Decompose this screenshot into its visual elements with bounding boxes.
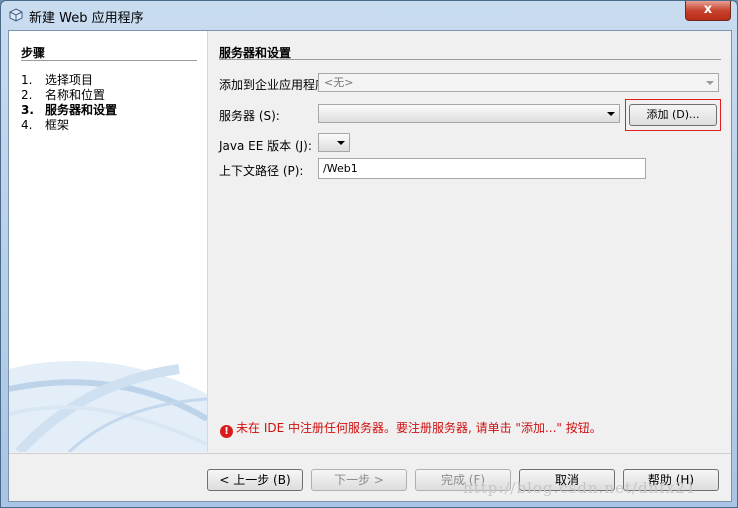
context-path-input[interactable]: /Web1 [318,158,646,179]
decorative-swoosh-graphic [9,361,207,452]
javaee-version-label: Java EE 版本 (J): [219,139,312,153]
add-server-button[interactable]: 添加 (D)... [629,104,717,126]
error-icon: ! [220,425,233,438]
step-label: 名称和位置 [45,88,106,102]
step-label: 服务器和设置 [45,103,118,117]
window-title: 新建 Web 应用程序 [29,11,144,26]
steps-divider [21,60,197,61]
step-label: 框架 [45,118,70,132]
netbeans-cube-icon [9,8,23,22]
chevron-down-icon [607,112,615,116]
step-number: 4. [21,118,33,132]
steps-title: 步骤 [21,46,46,60]
enterprise-app-select[interactable]: <无> [318,73,719,92]
error-message: 未在 IDE 中注册任何服务器。要注册服务器, 请单击 "添加..." 按钮。 [236,421,602,435]
steps-panel: 步骤 1. 选择项目 2. 名称和位置 3. 服务器和设置 4. 框架 [9,31,208,452]
step-number: 3. [21,103,34,117]
step-number: 1. [21,73,33,87]
close-button[interactable]: x [685,1,731,21]
next-button[interactable]: 下一步 > [311,469,407,491]
context-path-label: 上下文路径 (P): [219,164,304,178]
dialog-content: 步骤 1. 选择项目 2. 名称和位置 3. 服务器和设置 4. 框架 服务器和… [8,30,732,502]
close-icon: x [703,2,713,17]
javaee-version-select[interactable] [318,133,350,152]
enterprise-app-value: <无> [324,76,354,89]
dialog-window: 新建 Web 应用程序 x 步骤 1. 选择项目 2. 名称和位置 3. 服务器和设置… [0,0,738,508]
chevron-down-icon [706,81,714,85]
step-item-4: 4. 框架 [21,116,69,133]
error-message-row: ! 未在 IDE 中注册任何服务器。要注册服务器, 请单击 "添加..." 按钮。 [220,419,602,438]
title-bar[interactable]: 新建 Web 应用程序 x [1,1,737,29]
back-button[interactable]: < 上一步 (B) [207,469,303,491]
server-select[interactable] [318,104,620,123]
settings-panel: 服务器和设置 添加到企业应用程序 (A): <无> 服务器 (S): 添加 (D… [208,31,731,452]
server-label: 服务器 (S): [219,109,280,123]
step-number: 2. [21,88,33,102]
section-divider [219,59,721,60]
watermark-text: http://blog.csdn.net/dnfx21 [463,479,697,497]
step-label: 选择项目 [45,73,94,87]
footer-divider [9,453,731,454]
chevron-down-icon [337,141,345,145]
